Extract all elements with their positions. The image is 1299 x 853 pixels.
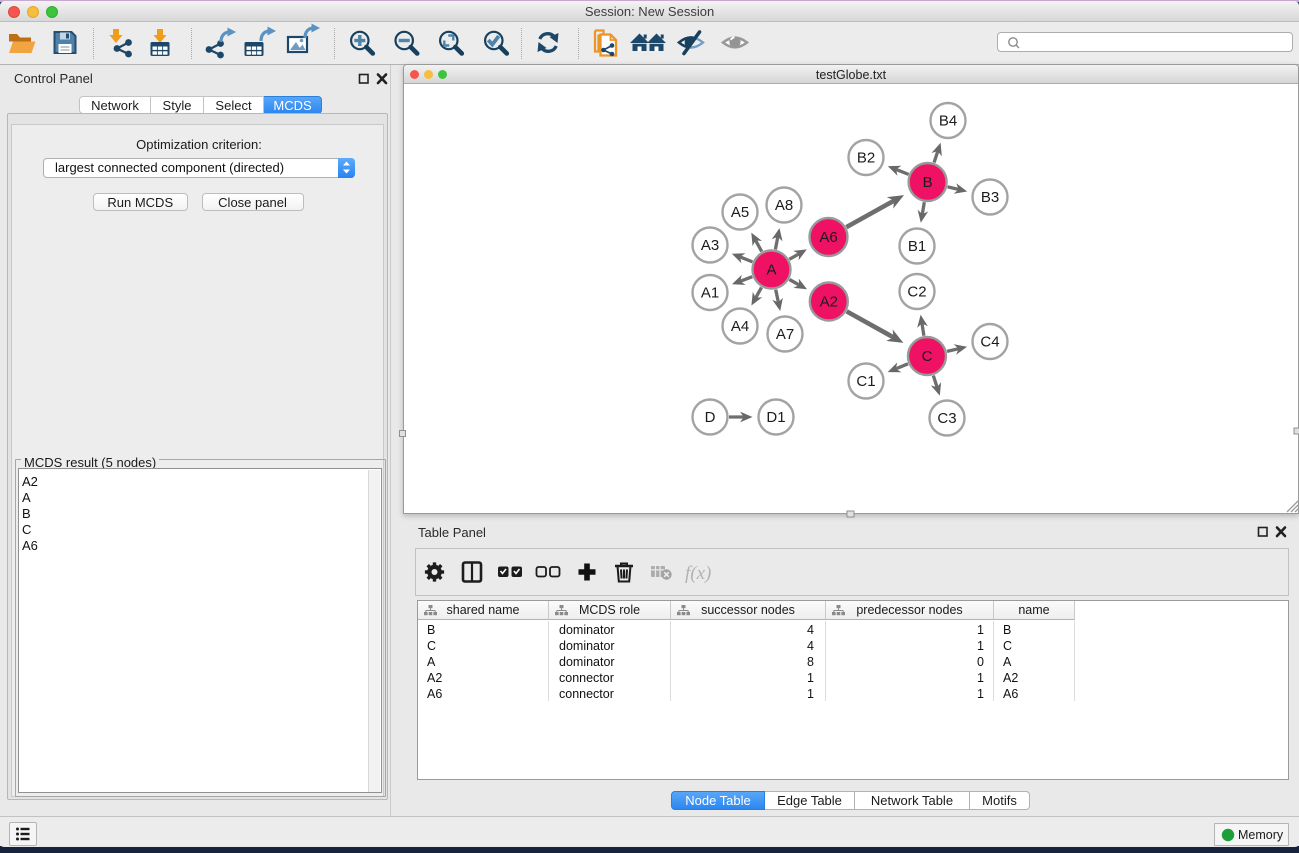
svg-text:C3: C3 <box>937 410 956 427</box>
svg-text:A4: A4 <box>731 318 749 335</box>
svg-text:C1: C1 <box>856 373 875 390</box>
svg-text:D: D <box>705 409 716 426</box>
svg-text:D1: D1 <box>766 409 785 426</box>
svg-text:B2: B2 <box>857 150 875 167</box>
svg-text:f(x): f(x) <box>685 563 711 584</box>
svg-text:B4: B4 <box>939 113 957 130</box>
svg-text:B: B <box>923 174 933 191</box>
svg-text:A7: A7 <box>776 326 794 343</box>
svg-text:B3: B3 <box>981 189 999 206</box>
svg-text:A8: A8 <box>775 197 793 214</box>
svg-text:C4: C4 <box>980 334 999 351</box>
svg-text:A5: A5 <box>731 204 749 221</box>
svg-text:A2: A2 <box>820 294 838 311</box>
svg-text:A6: A6 <box>819 229 837 246</box>
svg-text:A3: A3 <box>701 237 719 254</box>
svg-text:A1: A1 <box>701 285 719 302</box>
svg-text:C: C <box>922 348 933 365</box>
svg-text:C2: C2 <box>907 284 926 301</box>
svg-text:A: A <box>766 262 776 279</box>
svg-text:B1: B1 <box>908 238 926 255</box>
